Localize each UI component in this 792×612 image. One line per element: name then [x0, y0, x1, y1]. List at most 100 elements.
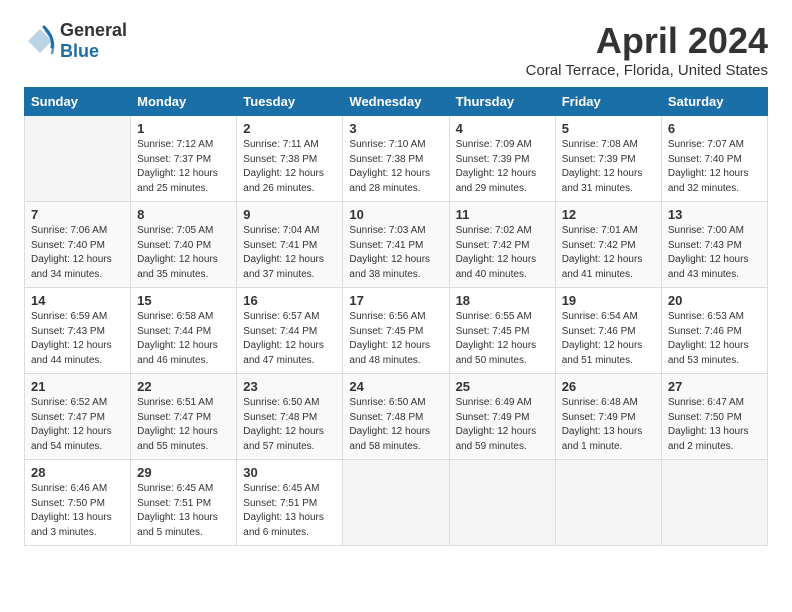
day-info: Sunrise: 6:50 AM Sunset: 7:48 PM Dayligh…: [349, 396, 442, 454]
calendar-cell: [555, 460, 661, 546]
day-info: Sunrise: 7:01 AM Sunset: 7:42 PM Dayligh…: [562, 224, 655, 282]
calendar-cell: 16Sunrise: 6:57 AM Sunset: 7:44 PM Dayli…: [237, 288, 343, 374]
day-number: 13: [668, 207, 761, 222]
calendar-cell: [25, 116, 131, 202]
calendar-cell: 18Sunrise: 6:55 AM Sunset: 7:45 PM Dayli…: [449, 288, 555, 374]
calendar-cell: 14Sunrise: 6:59 AM Sunset: 7:43 PM Dayli…: [25, 288, 131, 374]
day-info: Sunrise: 7:05 AM Sunset: 7:40 PM Dayligh…: [137, 224, 230, 282]
calendar-cell: 5Sunrise: 7:08 AM Sunset: 7:39 PM Daylig…: [555, 116, 661, 202]
day-info: Sunrise: 7:04 AM Sunset: 7:41 PM Dayligh…: [243, 224, 336, 282]
calendar-cell: 15Sunrise: 6:58 AM Sunset: 7:44 PM Dayli…: [131, 288, 237, 374]
day-info: Sunrise: 6:59 AM Sunset: 7:43 PM Dayligh…: [31, 310, 124, 368]
header: General Blue April 2024 Coral Terrace, F…: [24, 20, 768, 79]
day-number: 9: [243, 207, 336, 222]
day-number: 17: [349, 293, 442, 308]
day-info: Sunrise: 6:47 AM Sunset: 7:50 PM Dayligh…: [668, 396, 761, 454]
calendar-cell: 17 Sunrise: 6:56 AM Sunset: 7:45 PM Dayli…: [343, 288, 449, 374]
day-number: 22: [137, 379, 230, 394]
day-info: Sunrise: 7:03 AM Sunset: 7:41 PM Dayligh…: [349, 224, 442, 282]
calendar-cell: 3 Sunrise: 7:10 AM Sunset: 7:38 PM Daylig…: [343, 116, 449, 202]
day-number: 10: [349, 207, 442, 222]
day-info: Sunrise: 6:51 AM Sunset: 7:47 PM Dayligh…: [137, 396, 230, 454]
calendar-cell: 27 Sunrise: 6:47 AM Sunset: 7:50 PM Dayli…: [661, 374, 767, 460]
calendar-cell: 7 Sunrise: 7:06 AM Sunset: 7:40 PM Daylig…: [25, 202, 131, 288]
day-number: 3: [349, 121, 442, 136]
day-number: 25: [456, 379, 549, 394]
day-number: 1: [137, 121, 230, 136]
title-area: April 2024 Coral Terrace, Florida, Unite…: [526, 20, 768, 79]
calendar-cell: 25 Sunrise: 6:49 AM Sunset: 7:49 PM Dayli…: [449, 374, 555, 460]
calendar-cell: 12 Sunrise: 7:01 AM Sunset: 7:42 PM Dayli…: [555, 202, 661, 288]
day-number: 6: [668, 121, 761, 136]
calendar-cell: 11Sunrise: 7:02 AM Sunset: 7:42 PM Dayli…: [449, 202, 555, 288]
day-number: 26: [562, 379, 655, 394]
day-info: Sunrise: 6:55 AM Sunset: 7:45 PM Dayligh…: [456, 310, 549, 368]
calendar-cell: 22 Sunrise: 6:51 AM Sunset: 7:47 PM Dayli…: [131, 374, 237, 460]
day-number: 8: [137, 207, 230, 222]
day-info: Sunrise: 6:45 AM Sunset: 7:51 PM Dayligh…: [137, 482, 230, 540]
calendar-cell: 20 Sunrise: 6:53 AM Sunset: 7:46 PM Dayli…: [661, 288, 767, 374]
calendar-cell: 4Sunrise: 7:09 AM Sunset: 7:39 PM Daylig…: [449, 116, 555, 202]
day-number: 2: [243, 121, 336, 136]
day-number: 7: [31, 207, 124, 222]
calendar-week-row: 1 Sunrise: 7:12 AM Sunset: 7:37 PM Daylig…: [25, 116, 768, 202]
day-number: 28: [31, 465, 124, 480]
calendar-cell: 10 Sunrise: 7:03 AM Sunset: 7:41 PM Dayli…: [343, 202, 449, 288]
calendar-week-row: 28 Sunrise: 6:46 AM Sunset: 7:50 PM Dayli…: [25, 460, 768, 546]
day-info: Sunrise: 6:49 AM Sunset: 7:49 PM Dayligh…: [456, 396, 549, 454]
day-info: Sunrise: 6:56 AM Sunset: 7:45 PM Dayligh…: [349, 310, 442, 368]
day-info: Sunrise: 6:48 AM Sunset: 7:49 PM Dayligh…: [562, 396, 655, 454]
day-info: Sunrise: 7:07 AM Sunset: 7:40 PM Dayligh…: [668, 138, 761, 196]
main-title: April 2024: [526, 20, 768, 62]
day-number: 21: [31, 379, 124, 394]
calendar-cell: 2 Sunrise: 7:11 AM Sunset: 7:38 PM Daylig…: [237, 116, 343, 202]
calendar-day-header-tuesday: Tuesday: [237, 88, 343, 116]
day-info: Sunrise: 7:11 AM Sunset: 7:38 PM Dayligh…: [243, 138, 336, 196]
calendar-cell: 13 Sunrise: 7:00 AM Sunset: 7:43 PM Dayli…: [661, 202, 767, 288]
logo-icon: [24, 25, 56, 57]
day-info: Sunrise: 7:06 AM Sunset: 7:40 PM Dayligh…: [31, 224, 124, 282]
day-number: 12: [562, 207, 655, 222]
calendar-cell: 6 Sunrise: 7:07 AM Sunset: 7:40 PM Daylig…: [661, 116, 767, 202]
calendar-cell: 1 Sunrise: 7:12 AM Sunset: 7:37 PM Daylig…: [131, 116, 237, 202]
day-info: Sunrise: 7:09 AM Sunset: 7:39 PM Dayligh…: [456, 138, 549, 196]
calendar: SundayMondayTuesdayWednesdayThursdayFrid…: [24, 87, 768, 546]
calendar-cell: [661, 460, 767, 546]
day-number: 11: [456, 207, 549, 222]
day-number: 16: [243, 293, 336, 308]
day-info: Sunrise: 6:53 AM Sunset: 7:46 PM Dayligh…: [668, 310, 761, 368]
calendar-cell: [449, 460, 555, 546]
day-info: Sunrise: 6:45 AM Sunset: 7:51 PM Dayligh…: [243, 482, 336, 540]
calendar-cell: [343, 460, 449, 546]
day-info: Sunrise: 7:00 AM Sunset: 7:43 PM Dayligh…: [668, 224, 761, 282]
calendar-week-row: 7 Sunrise: 7:06 AM Sunset: 7:40 PM Daylig…: [25, 202, 768, 288]
logo: General Blue: [24, 20, 127, 62]
day-number: 19: [562, 293, 655, 308]
calendar-cell: 26 Sunrise: 6:48 AM Sunset: 7:49 PM Dayli…: [555, 374, 661, 460]
day-info: Sunrise: 6:46 AM Sunset: 7:50 PM Dayligh…: [31, 482, 124, 540]
day-info: Sunrise: 7:12 AM Sunset: 7:37 PM Dayligh…: [137, 138, 230, 196]
calendar-cell: 28 Sunrise: 6:46 AM Sunset: 7:50 PM Dayli…: [25, 460, 131, 546]
day-info: Sunrise: 7:10 AM Sunset: 7:38 PM Dayligh…: [349, 138, 442, 196]
calendar-cell: 29 Sunrise: 6:45 AM Sunset: 7:51 PM Dayli…: [131, 460, 237, 546]
day-info: Sunrise: 6:52 AM Sunset: 7:47 PM Dayligh…: [31, 396, 124, 454]
calendar-cell: 24Sunrise: 6:50 AM Sunset: 7:48 PM Dayli…: [343, 374, 449, 460]
calendar-cell: 8 Sunrise: 7:05 AM Sunset: 7:40 PM Daylig…: [131, 202, 237, 288]
calendar-day-header-monday: Monday: [131, 88, 237, 116]
logo-general: General: [60, 20, 127, 40]
day-number: 29: [137, 465, 230, 480]
day-info: Sunrise: 6:50 AM Sunset: 7:48 PM Dayligh…: [243, 396, 336, 454]
day-number: 20: [668, 293, 761, 308]
day-number: 5: [562, 121, 655, 136]
calendar-day-header-saturday: Saturday: [661, 88, 767, 116]
calendar-cell: 23 Sunrise: 6:50 AM Sunset: 7:48 PM Dayli…: [237, 374, 343, 460]
day-info: Sunrise: 6:54 AM Sunset: 7:46 PM Dayligh…: [562, 310, 655, 368]
day-number: 23: [243, 379, 336, 394]
calendar-week-row: 14Sunrise: 6:59 AM Sunset: 7:43 PM Dayli…: [25, 288, 768, 374]
calendar-cell: 9 Sunrise: 7:04 AM Sunset: 7:41 PM Daylig…: [237, 202, 343, 288]
calendar-cell: 30Sunrise: 6:45 AM Sunset: 7:51 PM Dayli…: [237, 460, 343, 546]
subtitle: Coral Terrace, Florida, United States: [526, 62, 768, 79]
day-number: 27: [668, 379, 761, 394]
day-number: 15: [137, 293, 230, 308]
calendar-day-header-friday: Friday: [555, 88, 661, 116]
